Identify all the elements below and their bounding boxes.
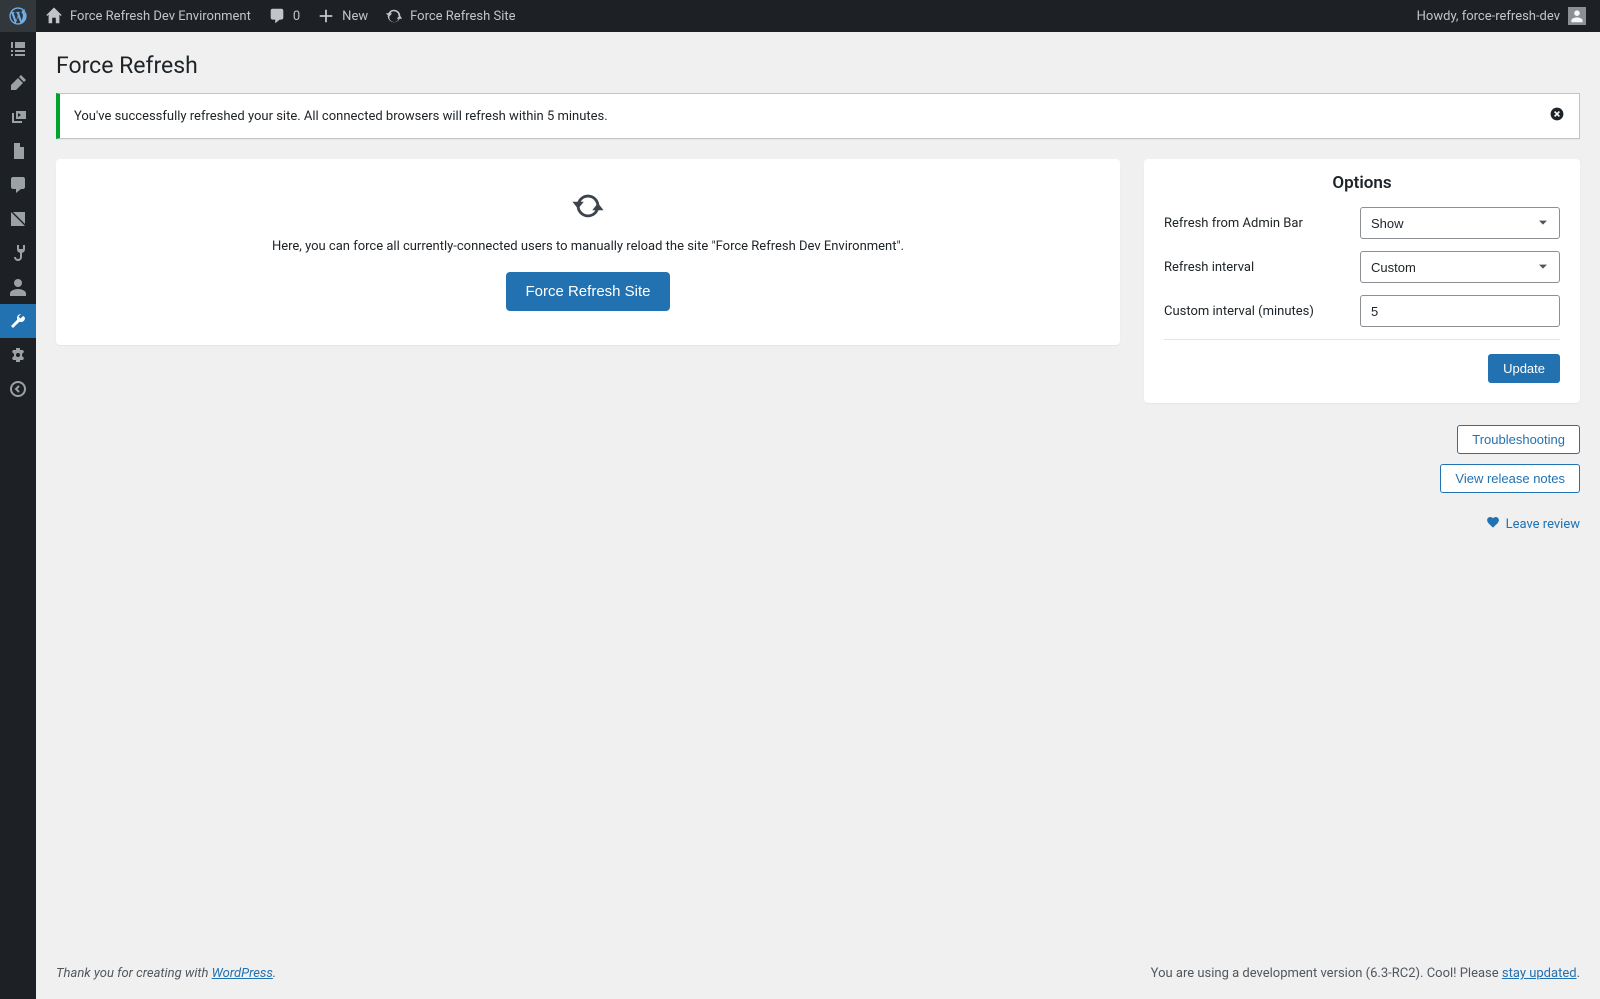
option-label-custom: Custom interval (minutes) <box>1164 304 1314 319</box>
success-notice: You've successfully refreshed your site.… <box>56 93 1580 139</box>
main-card: Here, you can force all currently-connec… <box>56 159 1120 345</box>
user-avatar-icon <box>1568 7 1586 25</box>
user-menu[interactable]: Howdy, force-refresh-dev <box>1411 0 1592 32</box>
options-card: Options Refresh from Admin Bar Show Refr… <box>1144 159 1580 403</box>
menu-pages[interactable] <box>0 134 36 168</box>
notice-dismiss-button[interactable] <box>1549 106 1565 126</box>
wordpress-icon <box>8 6 28 26</box>
notice-text: You've successfully refreshed your site.… <box>74 109 608 124</box>
wp-logo-menu[interactable] <box>0 0 36 32</box>
heart-icon <box>1486 515 1500 533</box>
side-buttons: Troubleshooting View release notes <box>1440 425 1580 493</box>
menu-users[interactable] <box>0 270 36 304</box>
plus-icon <box>316 6 336 26</box>
interval-select[interactable]: Custom <box>1360 251 1560 283</box>
troubleshooting-button[interactable]: Troubleshooting <box>1457 425 1580 454</box>
force-refresh-adminbar-label: Force Refresh Site <box>410 9 515 24</box>
admin-bar-select[interactable]: Show <box>1360 207 1560 239</box>
release-notes-button[interactable]: View release notes <box>1440 464 1580 493</box>
option-label-interval: Refresh interval <box>1164 260 1254 275</box>
home-icon <box>44 6 64 26</box>
comments-menu[interactable]: 0 <box>259 0 308 32</box>
new-content-menu[interactable]: New <box>308 0 376 32</box>
admin-bar: Force Refresh Dev Environment 0 New Forc… <box>0 0 1600 32</box>
option-row-admin-bar: Refresh from Admin Bar Show <box>1164 207 1560 239</box>
force-refresh-button[interactable]: Force Refresh Site <box>506 272 669 311</box>
page-title: Force Refresh <box>56 52 1580 79</box>
main-description: Here, you can force all currently-connec… <box>76 239 1100 254</box>
force-refresh-adminbar[interactable]: Force Refresh Site <box>376 0 523 32</box>
menu-collapse[interactable] <box>0 372 36 406</box>
menu-tools[interactable] <box>0 304 36 338</box>
comment-icon <box>267 6 287 26</box>
admin-bar-left: Force Refresh Dev Environment 0 New Forc… <box>0 0 524 32</box>
option-row-custom: Custom interval (minutes) <box>1164 295 1560 327</box>
comments-count: 0 <box>293 9 300 24</box>
options-title: Options <box>1164 173 1560 193</box>
menu-plugins[interactable] <box>0 236 36 270</box>
stay-updated-link[interactable]: stay updated <box>1502 966 1577 981</box>
option-label-admin-bar: Refresh from Admin Bar <box>1164 216 1303 231</box>
menu-appearance[interactable] <box>0 202 36 236</box>
update-button[interactable]: Update <box>1488 354 1560 383</box>
refresh-large-icon <box>571 189 605 227</box>
leave-review-label: Leave review <box>1506 517 1580 532</box>
refresh-icon <box>384 6 404 26</box>
howdy-text: Howdy, force-refresh-dev <box>1417 9 1560 24</box>
option-row-interval: Refresh interval Custom <box>1164 251 1560 283</box>
menu-dashboard[interactable] <box>0 32 36 66</box>
footer-thanks: Thank you for creating with WordPress. <box>56 966 276 981</box>
admin-menu <box>0 32 36 999</box>
menu-comments[interactable] <box>0 168 36 202</box>
site-name-menu[interactable]: Force Refresh Dev Environment <box>36 0 259 32</box>
footer-version: You are using a development version (6.3… <box>1151 966 1580 981</box>
custom-interval-input[interactable] <box>1360 295 1560 327</box>
site-name-label: Force Refresh Dev Environment <box>70 9 251 24</box>
new-content-label: New <box>342 9 368 24</box>
page-body: Force Refresh You've successfully refres… <box>36 32 1600 999</box>
menu-posts[interactable] <box>0 66 36 100</box>
wordpress-link[interactable]: WordPress <box>212 966 273 981</box>
options-divider <box>1164 339 1560 340</box>
menu-media[interactable] <box>0 100 36 134</box>
menu-settings[interactable] <box>0 338 36 372</box>
close-icon <box>1549 106 1565 126</box>
leave-review-link[interactable]: Leave review <box>1486 515 1580 533</box>
footer: Thank you for creating with WordPress. Y… <box>56 966 1580 981</box>
